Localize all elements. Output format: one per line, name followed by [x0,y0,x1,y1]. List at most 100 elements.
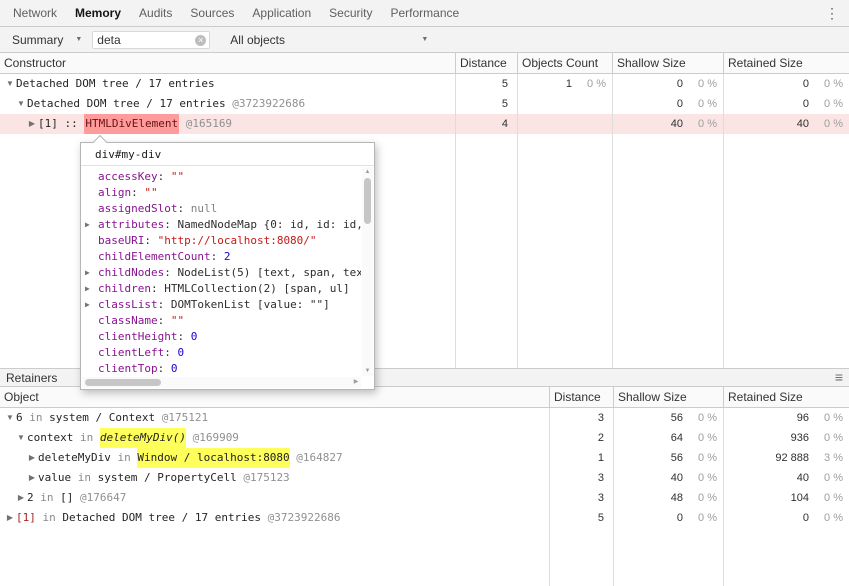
horizontal-scrollbar-thumb[interactable] [85,379,161,386]
column-header-retained-size[interactable]: Retained Size [724,387,849,407]
table-row-selected[interactable]: ▶ [1] :: HTMLDivElement @165169 4 40 0 % … [0,114,849,134]
expand-icon[interactable]: ▶ [85,281,90,297]
property-row[interactable]: ▶ childNodes: NodeList(5) [text, span, te… [81,265,361,281]
property-name: clientHeight [98,330,178,343]
expander-icon[interactable]: ▼ [15,94,27,114]
table-row[interactable]: ▼ Detached DOM tree / 17 entries 5 10 % … [0,74,849,94]
column-header-distance[interactable]: Distance [456,53,518,73]
retained-size-cell: 00 % [802,78,843,90]
scroll-down-icon[interactable]: ▼ [362,366,373,376]
retainer-row[interactable]: ▼ 6 in system / Context @175121 3 56 0 % … [0,408,849,428]
retainer-row[interactable]: ▶ 2 in [] @176647 3 48 0 % 104 0 % [0,488,849,508]
tab-security[interactable]: Security [320,0,381,26]
vertical-scrollbar-thumb[interactable] [364,178,371,224]
object-scope-select[interactable]: All objects ▼ [224,29,434,51]
edge-name: [1] [16,511,36,524]
object-scope-value: All objects [230,32,285,47]
column-header-distance[interactable]: Distance [550,387,614,407]
clear-filter-icon[interactable]: × [195,34,207,46]
horizontal-scrollbar[interactable]: ▶ [82,377,361,388]
tab-performance[interactable]: Performance [382,0,469,26]
expander-icon[interactable]: ▼ [15,428,27,448]
retainer-row[interactable]: ▶ value in system / PropertyCell @175123… [0,468,849,488]
property-row: clientLeft: 0 [81,345,361,361]
property-row[interactable]: ▶ children: HTMLCollection(2) [span, ul] [81,281,361,297]
expand-icon[interactable]: ▶ [85,217,90,233]
retainer-row[interactable]: ▼ context in deleteMyDiv() @169909 2 64 0… [0,428,849,448]
scroll-right-icon[interactable]: ▶ [351,377,361,388]
column-header-objects-count[interactable]: Objects Count [518,53,613,73]
expander-icon[interactable]: ▶ [26,448,38,468]
column-header-shallow-size[interactable]: Shallow Size [614,387,724,407]
main-tabbar: Network Memory Audits Sources Applicatio… [0,0,849,27]
table-row[interactable]: ▼ Detached DOM tree / 17 entries @372392… [0,94,849,114]
distance-cell: 2 [550,428,614,448]
scroll-up-icon[interactable]: ▲ [362,167,373,177]
tab-sources[interactable]: Sources [181,0,243,26]
object-cell: ▶ 2 in [] @176647 [0,488,550,508]
tab-memory[interactable]: Memory [66,0,130,26]
overflow-menu-icon[interactable]: ⋮ [825,5,839,22]
expand-icon[interactable]: ▶ [85,265,90,281]
property-row: clientHeight: 0 [81,329,361,345]
pane-options-icon[interactable]: ≡ [835,369,843,386]
column-header-retained-size[interactable]: Retained Size [724,53,849,73]
retained-size-cell: 40 0 % [796,472,843,484]
empty-cell [518,134,613,368]
chevron-down-icon: ▼ [75,36,83,43]
object-name: Detached DOM tree / 17 entries [62,511,262,524]
colon-separator: : [164,266,178,279]
empty-cell [0,528,550,586]
property-name: attributes [98,218,165,231]
shallow-size-cell: 56 0 % [614,408,724,428]
vertical-scrollbar[interactable]: ▲ ▼ [362,167,373,376]
retainers-pane: Retainers ≡ Object Distance Shallow Size… [0,368,849,586]
expander-icon[interactable]: ▼ [4,408,16,428]
property-value: "" [144,186,158,199]
property-name: align [98,186,132,199]
colon-separator: : [150,282,165,295]
expander-icon[interactable]: ▶ [26,114,38,134]
property-value: NodeList(5) [text, span, tex [177,266,361,279]
retainer-row[interactable]: ▶ deleteMyDiv in Window / localhost:8080… [0,448,849,468]
colon-separator: : [177,202,191,215]
memory-toolbar: Summary ▼ × All objects ▼ [0,27,849,53]
object-id: @164827 [289,451,343,464]
expander-icon[interactable]: ▶ [4,508,16,528]
retained-size-cell: 00 % [802,98,843,110]
property-name: clientTop [98,362,158,375]
property-value: 0 [170,362,178,375]
expander-icon[interactable]: ▼ [4,74,16,94]
expander-icon[interactable]: ▶ [26,468,38,488]
tab-network[interactable]: Network [4,0,66,26]
object-id: @175121 [155,411,209,424]
tab-application[interactable]: Application [243,0,320,26]
property-list: accessKey: "" align: "" assignedSlot: nu… [81,167,361,376]
edge-name: 2 [27,491,34,504]
column-header-shallow-size[interactable]: Shallow Size [613,53,724,73]
column-header-constructor[interactable]: Constructor [0,53,456,73]
chevron-down-icon: ▼ [421,36,429,43]
retainers-grid-empty-area [0,528,849,586]
empty-cell [724,134,849,368]
in-separator: in [73,431,100,444]
distance-cell: 4 [456,114,518,134]
property-name: className [98,314,158,327]
in-separator: in [35,511,63,524]
tab-audits[interactable]: Audits [130,0,181,26]
class-filter-input[interactable] [92,30,211,49]
perspective-select-value: Summary [12,32,64,47]
perspective-select[interactable]: Summary ▼ [6,29,88,51]
colon-separator: : [144,234,158,247]
retained-size-cell: 96 0 % [796,412,843,424]
property-row[interactable]: ▶ attributes: NamedNodeMap {0: id, id: id… [81,217,361,233]
colon-separator: : [164,218,178,231]
expand-icon[interactable]: ▶ [85,297,90,313]
object-name-highlighted: Window / localhost:8080 [137,448,290,468]
property-value: "" [170,314,185,327]
property-row[interactable]: ▶ classList: DOMTokenList [value: ""] [81,297,361,313]
column-header-object[interactable]: Object [0,387,550,407]
property-name: classList [98,298,158,311]
expander-icon[interactable]: ▶ [15,488,27,508]
retainer-row[interactable]: ▶ [1] in Detached DOM tree / 17 entries … [0,508,849,528]
